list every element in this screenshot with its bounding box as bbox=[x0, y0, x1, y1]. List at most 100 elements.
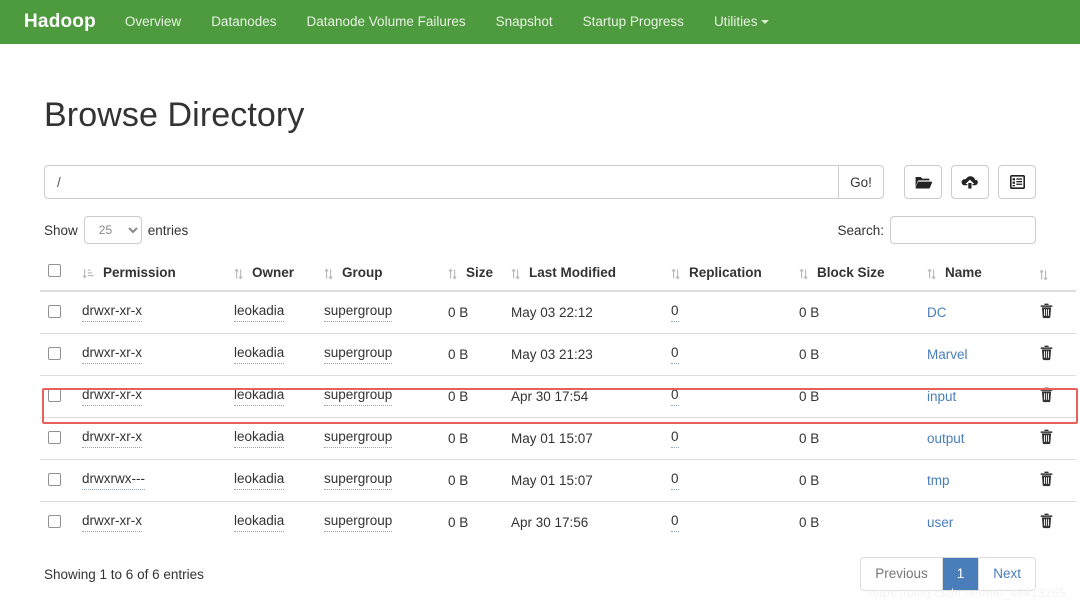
trash-icon[interactable] bbox=[1039, 513, 1054, 529]
table-row[interactable]: drwxr-xr-x leokadia supergroup 0 B May 01 15… bbox=[40, 417, 1076, 460]
upload-files-button[interactable] bbox=[951, 165, 989, 199]
owner-value[interactable]: leokadia bbox=[234, 513, 285, 532]
cell-delete[interactable] bbox=[1031, 291, 1076, 334]
trash-icon[interactable] bbox=[1039, 387, 1054, 403]
replication-value[interactable]: 0 bbox=[671, 429, 679, 448]
cell-owner[interactable]: leokadia bbox=[226, 459, 316, 502]
nav-item-startup-progress[interactable]: Startup Progress bbox=[568, 0, 699, 44]
cell-permission[interactable]: drwxr-xr-x bbox=[74, 333, 226, 376]
cell-owner[interactable]: leokadia bbox=[226, 333, 316, 376]
permission-value[interactable]: drwxr-xr-x bbox=[82, 303, 142, 322]
owner-value[interactable]: leokadia bbox=[234, 345, 285, 364]
group-value[interactable]: supergroup bbox=[324, 345, 393, 364]
file-name-link[interactable]: input bbox=[927, 389, 956, 404]
cell-replication[interactable]: 0 bbox=[663, 375, 791, 418]
group-value[interactable]: supergroup bbox=[324, 471, 393, 490]
search-input[interactable] bbox=[890, 216, 1036, 244]
cell-delete[interactable] bbox=[1031, 501, 1076, 543]
file-name-link[interactable]: tmp bbox=[927, 473, 950, 488]
create-directory-button[interactable] bbox=[904, 165, 942, 199]
nav-item-snapshot[interactable]: Snapshot bbox=[481, 0, 568, 44]
th-size[interactable]: Size bbox=[440, 256, 503, 292]
row-checkbox-cell[interactable] bbox=[40, 459, 74, 502]
file-name-link[interactable]: Marvel bbox=[927, 347, 968, 362]
owner-value[interactable]: leokadia bbox=[234, 471, 285, 490]
trash-icon[interactable] bbox=[1039, 471, 1054, 487]
permission-value[interactable]: drwxr-xr-x bbox=[82, 387, 142, 406]
cell-replication[interactable]: 0 bbox=[663, 291, 791, 334]
row-checkbox-cell[interactable] bbox=[40, 501, 74, 543]
cell-permission[interactable]: drwxr-xr-x bbox=[74, 417, 226, 460]
replication-value[interactable]: 0 bbox=[671, 513, 679, 532]
file-name-link[interactable]: output bbox=[927, 431, 965, 446]
cell-group[interactable]: supergroup bbox=[316, 501, 440, 543]
brand-hadoop[interactable]: Hadoop bbox=[16, 11, 110, 33]
cell-name[interactable]: output bbox=[919, 417, 1031, 460]
table-row[interactable]: drwxr-xr-x leokadia supergroup 0 B Apr 30 17… bbox=[40, 375, 1076, 418]
cell-group[interactable]: supergroup bbox=[316, 291, 440, 334]
row-checkbox-cell[interactable] bbox=[40, 291, 74, 334]
cell-owner[interactable]: leokadia bbox=[226, 291, 316, 334]
nav-item-datanode-volume-failures[interactable]: Datanode Volume Failures bbox=[292, 0, 481, 44]
cell-name[interactable]: tmp bbox=[919, 459, 1031, 502]
row-checkbox[interactable] bbox=[48, 346, 61, 360]
cell-permission[interactable]: drwxr-xr-x bbox=[74, 375, 226, 418]
entries-per-page-select[interactable]: 25 bbox=[83, 216, 142, 244]
th-replication[interactable]: Replication bbox=[663, 256, 791, 292]
th-owner[interactable]: Owner bbox=[226, 256, 316, 292]
th-permission[interactable]: Permission bbox=[74, 256, 226, 292]
row-checkbox[interactable] bbox=[48, 304, 61, 318]
row-checkbox[interactable] bbox=[48, 388, 61, 402]
th-select-all[interactable] bbox=[40, 256, 74, 292]
cell-name[interactable]: input bbox=[919, 375, 1031, 418]
nav-item-overview[interactable]: Overview bbox=[110, 0, 196, 44]
cell-permission[interactable]: drwxr-xr-x bbox=[74, 291, 226, 334]
th-group[interactable]: Group bbox=[316, 256, 440, 292]
cell-replication[interactable]: 0 bbox=[663, 333, 791, 376]
table-row[interactable]: drwxr-xr-x leokadia supergroup 0 B May 03 21… bbox=[40, 333, 1076, 376]
cell-name[interactable]: user bbox=[919, 501, 1031, 543]
cell-name[interactable]: Marvel bbox=[919, 333, 1031, 376]
replication-value[interactable]: 0 bbox=[671, 303, 679, 322]
group-value[interactable]: supergroup bbox=[324, 513, 393, 532]
trash-icon[interactable] bbox=[1039, 303, 1054, 319]
cell-delete[interactable] bbox=[1031, 333, 1076, 376]
nav-item-datanodes[interactable]: Datanodes bbox=[196, 0, 291, 44]
owner-value[interactable]: leokadia bbox=[234, 387, 285, 406]
cell-owner[interactable]: leokadia bbox=[226, 501, 316, 543]
owner-value[interactable]: leokadia bbox=[234, 303, 285, 322]
file-name-link[interactable]: DC bbox=[927, 305, 947, 320]
cell-permission[interactable]: drwxr-xr-x bbox=[74, 501, 226, 543]
row-checkbox[interactable] bbox=[48, 514, 61, 528]
cell-delete[interactable] bbox=[1031, 459, 1076, 502]
trash-icon[interactable] bbox=[1039, 429, 1054, 445]
nav-item-utilities[interactable]: Utilities bbox=[699, 0, 785, 44]
permission-value[interactable]: drwxr-xr-x bbox=[82, 429, 142, 448]
row-checkbox[interactable] bbox=[48, 472, 61, 486]
file-name-link[interactable]: user bbox=[927, 515, 953, 530]
th-name[interactable]: Name bbox=[919, 256, 1031, 292]
owner-value[interactable]: leokadia bbox=[234, 429, 285, 448]
permission-value[interactable]: drwxr-xr-x bbox=[82, 513, 142, 532]
cell-replication[interactable]: 0 bbox=[663, 459, 791, 502]
select-all-checkbox[interactable] bbox=[48, 264, 61, 277]
cell-replication[interactable]: 0 bbox=[663, 501, 791, 543]
replication-value[interactable]: 0 bbox=[671, 345, 679, 364]
row-checkbox[interactable] bbox=[48, 430, 61, 444]
go-button[interactable]: Go! bbox=[838, 165, 884, 199]
table-row[interactable]: drwxrwx--- leokadia supergroup 0 B May 01 15… bbox=[40, 459, 1076, 502]
th-last-modified[interactable]: Last Modified bbox=[503, 256, 663, 292]
cell-group[interactable]: supergroup bbox=[316, 417, 440, 460]
permission-value[interactable]: drwxrwx--- bbox=[82, 471, 145, 490]
group-value[interactable]: supergroup bbox=[324, 303, 393, 322]
row-checkbox-cell[interactable] bbox=[40, 375, 74, 418]
cell-delete[interactable] bbox=[1031, 417, 1076, 460]
row-checkbox-cell[interactable] bbox=[40, 417, 74, 460]
cell-group[interactable]: supergroup bbox=[316, 333, 440, 376]
directory-path-input[interactable] bbox=[44, 165, 838, 199]
cell-group[interactable]: supergroup bbox=[316, 459, 440, 502]
replication-value[interactable]: 0 bbox=[671, 387, 679, 406]
cell-replication[interactable]: 0 bbox=[663, 417, 791, 460]
cell-owner[interactable]: leokadia bbox=[226, 417, 316, 460]
group-value[interactable]: supergroup bbox=[324, 387, 393, 406]
